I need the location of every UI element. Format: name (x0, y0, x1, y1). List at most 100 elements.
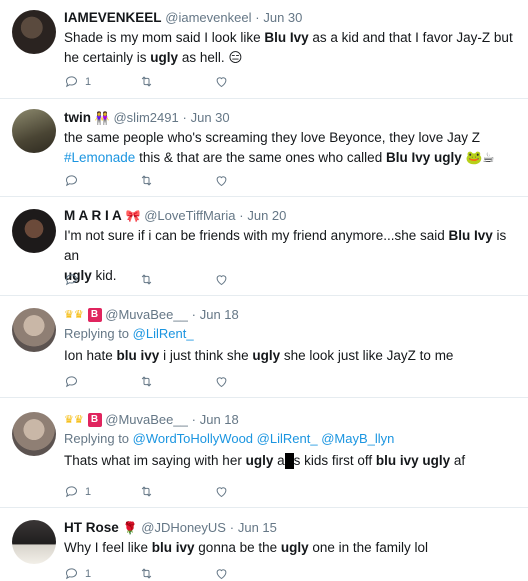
display-name[interactable]: HT Rose (64, 520, 119, 535)
retweet-icon (139, 173, 154, 188)
ribbon-emoji-icon: 🎀 (125, 209, 141, 224)
reply-count: 1 (85, 567, 92, 580)
separator-dot: · (191, 307, 196, 322)
tweet-header: ♛♛ B @MuvaBee__ · Jun 18 (64, 411, 518, 429)
avatar[interactable] (12, 412, 56, 456)
tweet[interactable]: HT Rose 🌹 @JDHoneyUS · Jun 15 Why I feel… (0, 508, 528, 580)
tweet-header: IAMEVENKEEL @iamevenkeel · Jun 30 (64, 9, 518, 27)
separator-dot: · (229, 520, 235, 535)
retweet-icon (139, 374, 154, 389)
like-button[interactable] (214, 272, 289, 287)
timestamp[interactable]: Jun 20 (247, 208, 286, 223)
user-handle[interactable]: @JDHoneyUS (141, 520, 226, 535)
reply-button[interactable]: 1 (64, 74, 139, 89)
avatar[interactable] (12, 308, 56, 352)
heart-icon (214, 173, 229, 188)
tweet-text: Thats what im saying with her ugly as ki… (64, 453, 466, 470)
expressionless-emoji-icon: 😑 (228, 50, 243, 65)
heart-icon (214, 74, 229, 89)
reply-icon (64, 484, 79, 499)
retweet-icon (139, 272, 154, 287)
timestamp[interactable]: Jun 18 (200, 307, 239, 322)
avatar[interactable] (12, 209, 56, 253)
tweet-header: ♛♛ B @MuvaBee__ · Jun 18 (64, 306, 518, 324)
tweet-actions: 1 (64, 74, 289, 89)
reply-icon (64, 74, 79, 89)
separator-dot: · (255, 10, 260, 25)
user-handle[interactable]: @iamevenkeel (165, 10, 251, 25)
avatar[interactable] (12, 109, 56, 153)
name-badge: B (87, 308, 102, 323)
separator-dot: · (182, 110, 187, 125)
timestamp[interactable]: Jun 30 (263, 10, 302, 25)
mention-link[interactable]: @LilRent_ (133, 326, 194, 341)
twins-emoji-icon: 👭 (94, 111, 110, 126)
user-handle[interactable]: @slim2491 (113, 110, 178, 125)
tweet-header: twin 👭 @slim2491 · Jun 30 (64, 109, 518, 127)
tweet-text: Shade is my mom said I look like Blu Ivy… (64, 30, 513, 65)
tweet-header: M A R I A 🎀 @LoveTiffMaria · Jun 20 (64, 207, 518, 225)
replying-to: Replying to @WordToHollyWood @LilRent_ @… (64, 431, 395, 446)
crown-icon: ♛♛ (64, 414, 84, 427)
heart-icon (214, 484, 229, 499)
timestamp[interactable]: Jun 30 (191, 110, 230, 125)
timestamp[interactable]: Jun 18 (200, 412, 239, 427)
retweet-icon (139, 74, 154, 89)
user-handle[interactable]: @LoveTiffMaria (144, 208, 235, 223)
retweet-button[interactable] (139, 272, 214, 287)
display-name[interactable]: IAMEVENKEEL (64, 10, 162, 25)
separator-dot: · (239, 208, 244, 223)
tweet-header: HT Rose 🌹 @JDHoneyUS · Jun 15 (64, 519, 518, 537)
reply-button[interactable] (64, 173, 139, 188)
user-handle[interactable]: @MuvaBee__ (105, 307, 188, 322)
heart-icon (214, 374, 229, 389)
mention-link[interactable]: @MayB_llyn (321, 431, 394, 446)
name-badge: B (87, 413, 102, 428)
tweet-text: Why I feel like blu ivy gonna be the ugl… (64, 540, 428, 555)
mention-link[interactable]: @LilRent_ (257, 431, 318, 446)
reply-icon (64, 173, 79, 188)
display-name[interactable]: M A R I A (64, 208, 122, 223)
tweet-actions (64, 374, 289, 389)
reply-count: 1 (85, 75, 92, 88)
tweet[interactable]: twin 👭 @slim2491 · Jun 30 the same peopl… (0, 99, 528, 197)
avatar[interactable] (12, 520, 56, 564)
like-button[interactable] (214, 484, 289, 499)
hashtag-link[interactable]: #Lemonade (64, 150, 135, 165)
replying-to: Replying to @LilRent_ (64, 326, 194, 341)
retweet-button[interactable] (139, 374, 214, 389)
retweet-button[interactable] (139, 484, 214, 499)
reply-count: 1 (85, 485, 92, 498)
like-button[interactable] (214, 173, 289, 188)
retweet-icon (139, 484, 154, 499)
reply-icon (64, 272, 79, 287)
redaction-block (284, 453, 294, 470)
separator-dot: · (191, 412, 196, 427)
tweet-actions (64, 272, 289, 287)
retweet-button[interactable] (139, 74, 214, 89)
reply-icon (64, 374, 79, 389)
reply-button[interactable] (64, 272, 139, 287)
rose-emoji-icon: 🌹 (122, 521, 138, 536)
retweet-button[interactable] (139, 173, 214, 188)
reply-button[interactable]: 1 (64, 484, 139, 499)
timestamp[interactable]: Jun 15 (238, 520, 277, 535)
crown-icon: ♛♛ (64, 309, 84, 322)
user-handle[interactable]: @MuvaBee__ (105, 412, 188, 427)
tweet-actions: 1 (64, 484, 289, 499)
avatar[interactable] (12, 10, 56, 54)
tweet[interactable]: M A R I A 🎀 @LoveTiffMaria · Jun 20 I'm … (0, 197, 528, 296)
tweet[interactable]: ♛♛ B @MuvaBee__ · Jun 18 Replying to @Wo… (0, 398, 528, 508)
tweet[interactable]: ♛♛ B @MuvaBee__ · Jun 18 Replying to @Li… (0, 296, 528, 398)
heart-icon (214, 272, 229, 287)
display-name[interactable]: twin (64, 110, 91, 125)
tweet-actions (64, 173, 289, 188)
tweet-text: Ion hate blu ivy i just think she ugly s… (64, 348, 454, 363)
like-button[interactable] (214, 74, 289, 89)
like-button[interactable] (214, 374, 289, 389)
tweet[interactable]: IAMEVENKEEL @iamevenkeel · Jun 30 Shade … (0, 0, 528, 99)
mention-link[interactable]: @WordToHollyWood (133, 431, 253, 446)
tweet-text: the same people who's screaming they lov… (64, 130, 495, 165)
reply-button[interactable] (64, 374, 139, 389)
frog-tea-emoji-icon: 🐸☕ (465, 150, 495, 165)
